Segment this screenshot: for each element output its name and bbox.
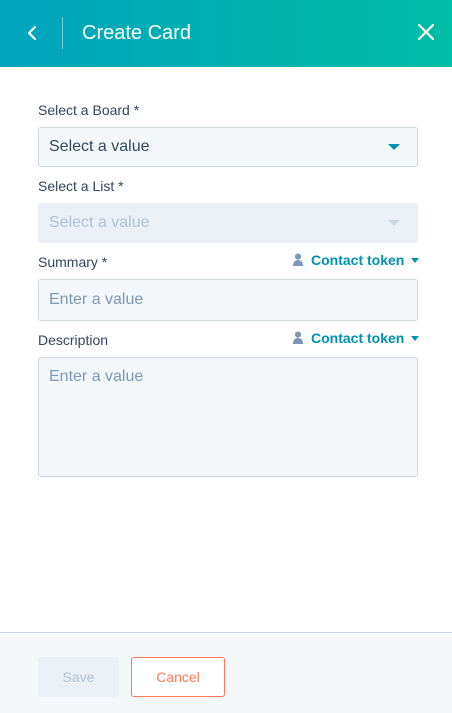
summary-label: Summary * — [38, 254, 108, 270]
caret-down-icon — [388, 144, 400, 150]
panel-footer: Save Cancel — [0, 632, 452, 713]
person-icon — [293, 253, 303, 267]
description-textarea[interactable] — [38, 357, 418, 477]
summary-contact-token-label: Contact token — [311, 252, 405, 268]
list-label: Select a List * — [38, 178, 124, 194]
description-label: Description — [38, 332, 109, 348]
panel-title: Create Card — [82, 22, 191, 44]
cancel-button[interactable]: Cancel — [131, 657, 225, 697]
close-button[interactable] — [414, 20, 438, 44]
person-icon — [293, 331, 303, 345]
description-contact-token-menu[interactable]: Contact token — [293, 329, 420, 347]
list-select: Select a value — [38, 203, 418, 243]
caret-down-icon — [388, 220, 400, 226]
board-select-value: Select a value — [49, 138, 150, 155]
header-divider — [62, 17, 63, 49]
description-contact-token-label: Contact token — [311, 330, 405, 346]
panel-header: Create Card — [0, 0, 452, 67]
save-button: Save — [38, 657, 119, 697]
summary-contact-token-menu[interactable]: Contact token — [293, 251, 420, 269]
close-icon — [417, 23, 435, 41]
board-label: Select a Board * — [38, 102, 140, 118]
caret-down-icon — [411, 257, 420, 263]
board-select[interactable]: Select a value — [38, 127, 418, 167]
list-select-value: Select a value — [49, 214, 150, 231]
chevron-left-icon — [27, 25, 37, 41]
back-button[interactable] — [20, 21, 44, 45]
caret-down-icon — [411, 335, 420, 341]
summary-input[interactable] — [38, 279, 418, 321]
